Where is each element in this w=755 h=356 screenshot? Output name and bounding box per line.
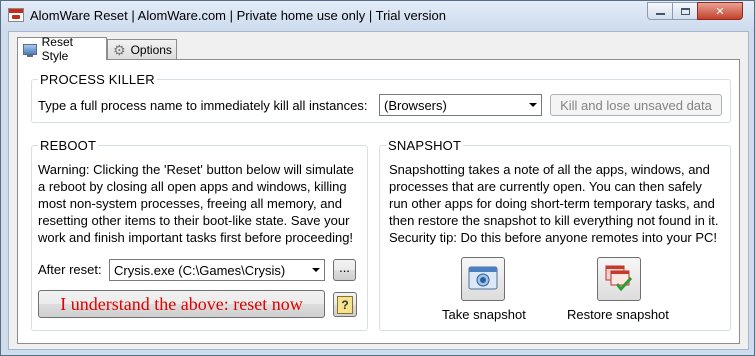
description-line: run other apps for doing short-term temp… <box>389 196 715 211</box>
description-line: Security tip: Do this before anyone remo… <box>389 230 718 245</box>
close-icon: ✕ <box>715 5 725 18</box>
snapshot-description: Snapshotting takes a note of all the app… <box>389 161 731 246</box>
after-reset-value: Crysis.exe (C:\Games\Crysis) <box>114 262 286 278</box>
process-killer-heading: PROCESS KILLER <box>38 72 157 87</box>
take-snapshot-label[interactable]: Take snapshot <box>442 306 526 323</box>
snapshot-heading: SNAPSHOT <box>386 138 464 153</box>
tab-options[interactable]: ⚙ Options <box>107 39 177 60</box>
tab-reset-style[interactable]: Reset Style <box>17 35 107 63</box>
after-reset-label: After reset: <box>38 262 102 277</box>
help-icon: ? <box>337 295 353 314</box>
take-snapshot-button[interactable] <box>461 257 505 301</box>
restore-snapshot-label[interactable]: Restore snapshot <box>567 306 669 323</box>
window-title: AlomWare Reset | AlomWare.com | Private … <box>30 8 446 23</box>
description-line: Snapshotting takes a note of all the app… <box>389 162 710 177</box>
warning-line: a reboot by closing all open apps and wi… <box>38 179 347 194</box>
chevron-down-icon[interactable] <box>312 268 320 272</box>
process-name-combo[interactable]: (Browsers) <box>379 94 542 116</box>
restore-snapshot-button[interactable] <box>597 257 641 301</box>
after-reset-combo[interactable]: Crysis.exe (C:\Games\Crysis) <box>109 259 325 281</box>
help-button[interactable]: ? <box>333 292 357 317</box>
reboot-warning: Warning: Clicking the 'Reset' button bel… <box>38 161 363 246</box>
description-line: processes that are currently open. You c… <box>389 179 702 194</box>
computer-icon <box>23 43 37 57</box>
title-bar[interactable]: AlomWare Reset | AlomWare.com | Private … <box>1 1 754 31</box>
warning-line: most non-system processes, freeing all m… <box>38 196 342 211</box>
kill-button[interactable]: Kill and lose unsaved data <box>550 94 722 116</box>
warning-line: Warning: Clicking the 'Reset' button bel… <box>38 162 354 177</box>
description-line: then restore the snapshot to kill everyt… <box>389 213 719 228</box>
camera-window-icon <box>468 266 498 290</box>
gear-icon: ⚙ <box>113 42 126 58</box>
process-name-value: (Browsers) <box>384 97 447 113</box>
reset-now-button[interactable]: I understand the above: reset now <box>38 290 325 318</box>
app-window: AlomWare Reset | AlomWare.com | Private … <box>0 0 755 356</box>
warning-line: resetting other items to their boot-like… <box>38 213 350 228</box>
process-killer-prompt: Type a full process name to immediately … <box>38 98 368 113</box>
app-logo-icon <box>8 8 24 22</box>
browse-button[interactable]: ... <box>333 259 356 281</box>
minimize-icon <box>655 13 665 15</box>
chevron-down-icon[interactable] <box>529 103 537 107</box>
warning-line: work and finish important tasks first be… <box>38 230 354 245</box>
tab-label: Options <box>130 43 172 57</box>
minimize-button[interactable] <box>647 2 673 20</box>
reboot-heading: REBOOT <box>38 138 99 153</box>
maximize-button[interactable] <box>672 2 698 20</box>
close-button[interactable]: ✕ <box>697 2 743 20</box>
maximize-icon <box>680 7 690 15</box>
help-glyph: ? <box>341 297 349 312</box>
tab-label: Reset Style <box>41 35 73 63</box>
restore-windows-check-icon <box>605 265 633 292</box>
